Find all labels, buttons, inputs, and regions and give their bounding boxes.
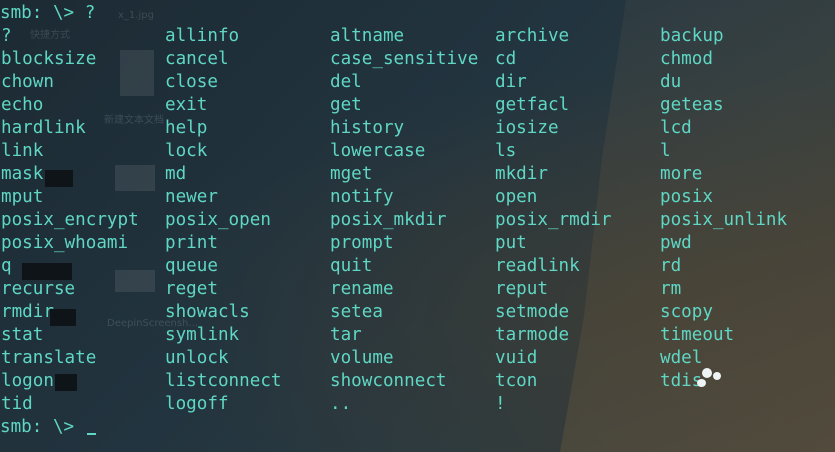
command-entry: history	[330, 118, 405, 138]
command-entry: queue	[165, 256, 218, 276]
command-entry: posix_whoami	[1, 233, 129, 253]
command-entry: scopy	[660, 302, 713, 322]
cursor-smudge	[702, 368, 712, 378]
command-entry: quit	[330, 256, 373, 276]
command-entry: posix_open	[165, 210, 271, 230]
command-entry: chown	[1, 72, 54, 92]
command-entry: del	[330, 72, 362, 92]
command-entry: geteas	[660, 95, 724, 115]
command-entry: !	[495, 394, 506, 414]
command-entry: altname	[330, 26, 405, 46]
command-entry: recurse	[1, 279, 76, 299]
command-entry: case_sensitive	[330, 49, 479, 69]
command-entry: setea	[330, 302, 383, 322]
command-entry: translate	[1, 348, 97, 368]
command-entry: lowercase	[330, 141, 426, 161]
command-entry: du	[660, 72, 682, 92]
command-entry: timeout	[660, 325, 735, 345]
redaction-bar	[22, 263, 72, 280]
redaction-bar	[55, 374, 77, 391]
command-prompt: smb: \> ?	[0, 3, 96, 23]
command-entry: showacls	[165, 302, 250, 322]
command-entry: cancel	[165, 49, 229, 69]
command-entry: blocksize	[1, 49, 97, 69]
command-entry: logon	[1, 371, 54, 391]
command-entry: dir	[495, 72, 527, 92]
command-entry: wdel	[660, 348, 703, 368]
command-entry: help	[165, 118, 208, 138]
command-entry: tdis	[660, 371, 703, 391]
command-entry: ?	[1, 26, 12, 46]
command-entry: newer	[165, 187, 218, 207]
command-entry: posix_rmdir	[495, 210, 612, 230]
command-entry: prompt	[330, 233, 394, 253]
command-entry: vuid	[495, 348, 538, 368]
command-entry: lcd	[660, 118, 692, 138]
command-entry: showconnect	[330, 371, 447, 391]
command-entry: volume	[330, 348, 394, 368]
command-entry: mask	[1, 164, 44, 184]
command-entry: q	[1, 256, 12, 276]
input-prompt-text: smb: \>	[0, 417, 85, 437]
command-entry: exit	[165, 95, 208, 115]
command-entry: chmod	[660, 49, 713, 69]
command-entry: pwd	[660, 233, 692, 253]
command-entry: tar	[330, 325, 362, 345]
text-cursor	[86, 433, 96, 435]
command-entry: iosize	[495, 118, 559, 138]
command-entry: notify	[330, 187, 394, 207]
command-entry: logoff	[165, 394, 229, 414]
terminal-window[interactable]: smb: \> ? ? allinfo altname archive backup bl…	[0, 0, 835, 452]
command-entry: getfacl	[495, 95, 570, 115]
command-entry: lock	[165, 141, 208, 161]
command-entry: link	[1, 141, 44, 161]
command-entry: close	[165, 72, 218, 92]
command-entry: readlink	[495, 256, 580, 276]
command-entry: l	[660, 141, 671, 161]
command-entry: mget	[330, 164, 373, 184]
command-entry: tid	[1, 394, 33, 414]
redaction-bar	[50, 309, 76, 326]
redaction-bar	[45, 170, 73, 187]
command-entry: print	[165, 233, 218, 253]
command-entry: allinfo	[165, 26, 240, 46]
command-entry: put	[495, 233, 527, 253]
command-entry: echo	[1, 95, 44, 115]
command-entry: archive	[495, 26, 570, 46]
command-entry: hardlink	[1, 118, 86, 138]
command-entry: mkdir	[495, 164, 548, 184]
command-entry: md	[165, 164, 187, 184]
command-entry: posix	[660, 187, 713, 207]
cursor-smudge	[713, 372, 721, 380]
command-entry: posix_unlink	[660, 210, 788, 230]
command-entry: backup	[660, 26, 724, 46]
command-entry: rename	[330, 279, 394, 299]
command-entry: ..	[330, 394, 352, 414]
command-entry: tcon	[495, 371, 538, 391]
command-entry: get	[330, 95, 362, 115]
command-entry: posix_encrypt	[1, 210, 139, 230]
command-entry: symlink	[165, 325, 240, 345]
command-entry: listconnect	[165, 371, 282, 391]
command-entry: setmode	[495, 302, 570, 322]
command-entry: tarmode	[495, 325, 570, 345]
command-entry: rm	[660, 279, 682, 299]
command-entry: cd	[495, 49, 517, 69]
command-entry: stat	[1, 325, 44, 345]
command-entry: reget	[165, 279, 218, 299]
command-entry: more	[660, 164, 703, 184]
command-entry: rmdir	[1, 302, 54, 322]
command-entry: rd	[660, 256, 682, 276]
command-entry: ls	[495, 141, 517, 161]
command-entry: mput	[1, 187, 44, 207]
command-entry: open	[495, 187, 538, 207]
command-entry: reput	[495, 279, 548, 299]
input-prompt[interactable]: smb: \>	[0, 416, 96, 439]
command-entry: unlock	[165, 348, 229, 368]
command-entry: posix_mkdir	[330, 210, 447, 230]
cursor-smudge	[697, 379, 706, 387]
